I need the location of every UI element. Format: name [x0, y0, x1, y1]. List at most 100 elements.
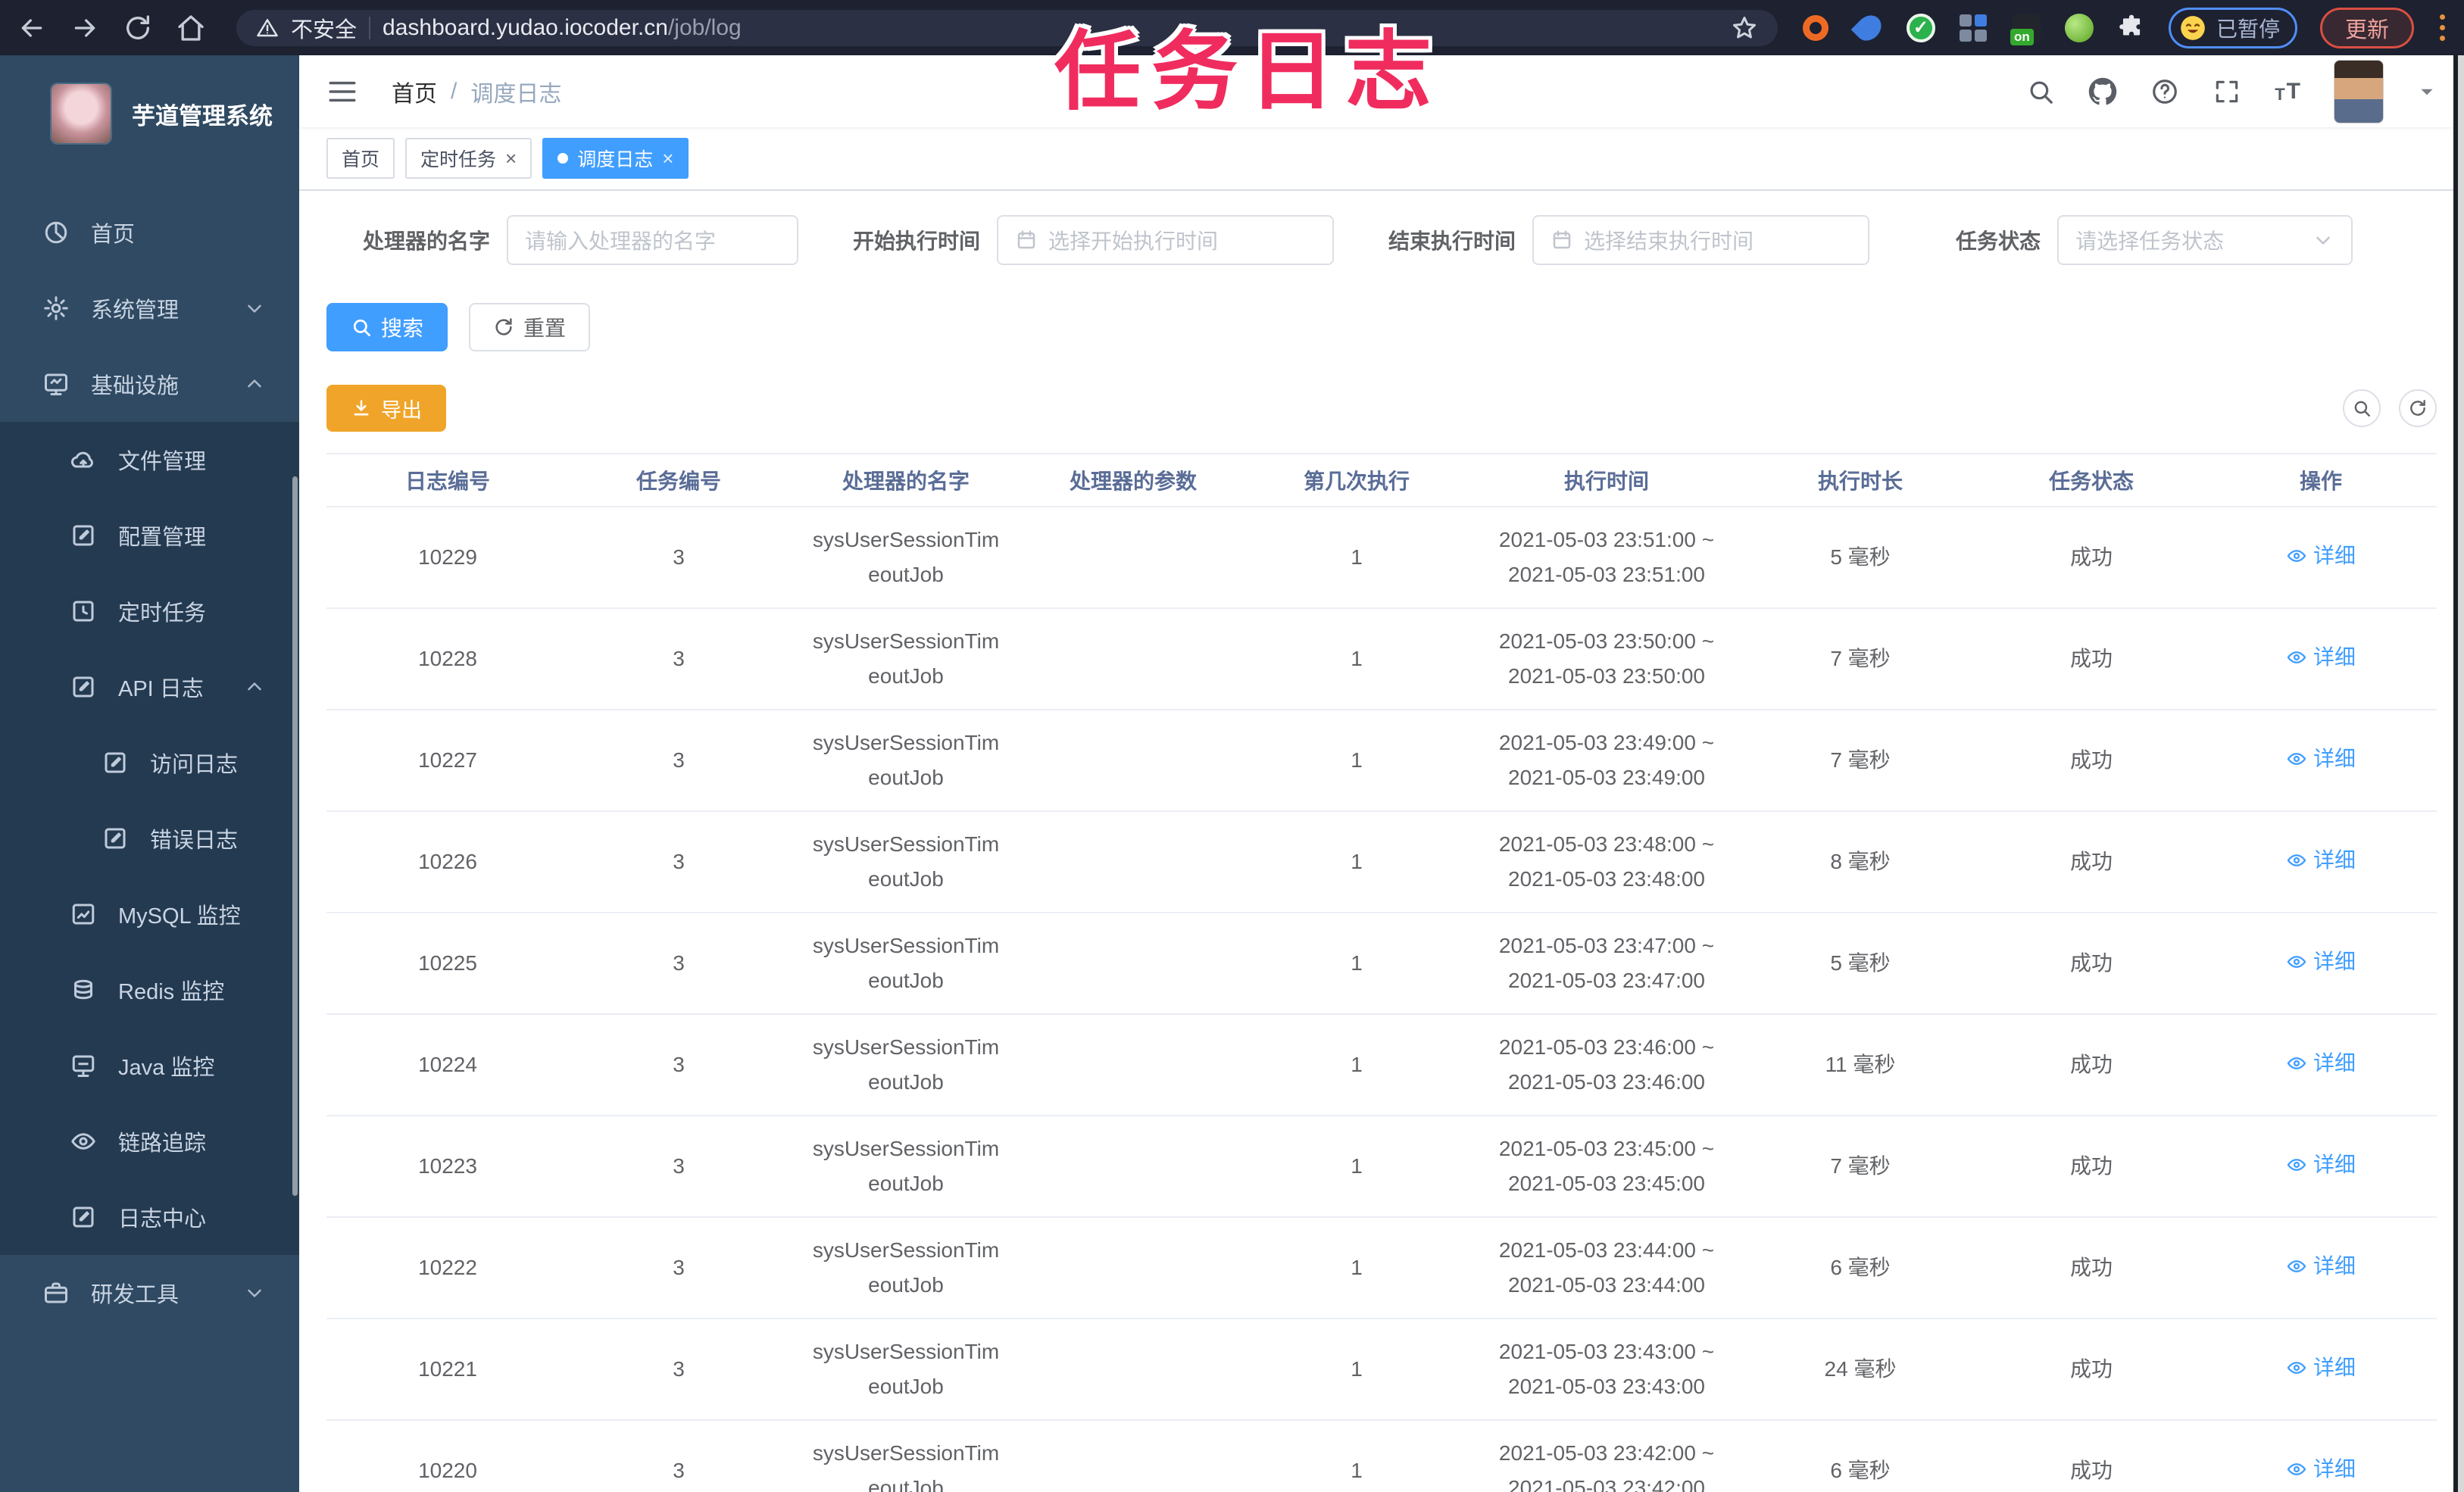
cell-log-id: 10228 [326, 608, 569, 710]
blue-drop-extension-icon[interactable] [1850, 10, 1887, 45]
font-size-icon[interactable]: TT [2275, 79, 2300, 105]
column-header-处理器的参数: 处理器的参数 [1023, 453, 1243, 507]
sidebar-item-API-日志[interactable]: API 日志 [0, 649, 299, 725]
column-header-操作: 操作 [2205, 453, 2437, 507]
avatar[interactable] [2334, 59, 2384, 123]
detail-link[interactable]: 详细 [2286, 538, 2356, 573]
detail-link[interactable]: 详细 [2286, 741, 2356, 776]
detail-link[interactable]: 详细 [2286, 1350, 2356, 1385]
forward-icon[interactable] [70, 13, 100, 43]
cell-action: 详细 [2205, 1420, 2437, 1492]
github-icon[interactable] [2088, 77, 2117, 106]
tags-bar: 首页 定时任务 × 调度日志 × [299, 127, 2464, 191]
chevron-down-icon [243, 1281, 266, 1304]
sidebar-item-错误日志[interactable]: 错误日志 [0, 801, 299, 876]
window-scrollbar-gutter[interactable] [2453, 55, 2464, 1492]
fullscreen-icon[interactable] [2213, 77, 2241, 106]
reload-icon[interactable] [123, 13, 153, 43]
filter-select-任务状态[interactable]: 请选择任务状态 [2057, 215, 2353, 265]
search-button[interactable]: 搜索 [326, 303, 448, 351]
topbar: 首页 / 调度日志 TT [299, 55, 2464, 127]
cell-handler: sysUserSessionTim eoutJob [789, 1319, 1023, 1421]
calendar-icon [1015, 229, 1038, 251]
caret-down-icon[interactable] [2417, 82, 2437, 101]
sidebar-item-label: 基础设施 [91, 374, 180, 398]
sidebar-item-Java-监控[interactable]: Java 监控 [0, 1028, 299, 1103]
cell-handler: sysUserSessionTim eoutJob [789, 811, 1023, 913]
tab-首页[interactable]: 首页 [326, 138, 395, 179]
detail-link[interactable]: 详细 [2286, 1452, 2356, 1487]
update-button[interactable]: 更新 [2319, 7, 2414, 48]
home-icon[interactable] [176, 13, 206, 43]
detail-link[interactable]: 详细 [2286, 1147, 2356, 1182]
refresh-table-button[interactable] [2399, 389, 2437, 427]
sidebar-item-链路追踪[interactable]: 链路追踪 [0, 1103, 299, 1179]
detail-link[interactable]: 详细 [2286, 944, 2356, 979]
on-badge-extension-icon[interactable]: on [2010, 13, 2041, 45]
cell-time: 2021-05-03 23:50:00 ~2021-05-03 23:50:00 [1470, 608, 1743, 710]
sidebar-item-文件管理[interactable]: 文件管理 [0, 422, 299, 498]
toggle-search-button[interactable] [2343, 389, 2381, 427]
tab-close-icon[interactable]: × [505, 148, 517, 168]
sidebar-scrollbar[interactable] [292, 476, 298, 1196]
reset-button[interactable]: 重置 [469, 303, 591, 351]
tab-close-icon[interactable]: × [662, 148, 673, 168]
content: 处理器的名字 请输入处理器的名字 开始执行时间 选择开始执行时间 结束执行时间 选择结束执… [299, 191, 2464, 1492]
sidebar-item-基础设施[interactable]: 基础设施 [0, 346, 299, 422]
sidebar-item-研发工具[interactable]: 研发工具 [0, 1255, 299, 1331]
chevron-up-icon [243, 373, 266, 395]
filter-text-处理器的名字[interactable]: 请输入处理器的名字 [507, 215, 799, 265]
browser-menu-icon[interactable] [2437, 13, 2447, 43]
sidebar-item-Redis-监控[interactable]: Redis 监控 [0, 952, 299, 1028]
column-header-任务状态: 任务状态 [1978, 453, 2205, 507]
security-label[interactable]: 不安全 [291, 12, 357, 44]
cell-handler: sysUserSessionTim eoutJob [789, 1014, 1023, 1116]
cell-count: 1 [1243, 811, 1470, 913]
cell-task-id: 3 [569, 710, 789, 812]
sidebar-item-访问日志[interactable]: 访问日志 [0, 725, 299, 801]
breadcrumb-home[interactable]: 首页 [392, 75, 437, 108]
sidebar-item-配置管理[interactable]: 配置管理 [0, 498, 299, 573]
bookmark-star-icon[interactable] [1731, 14, 1758, 42]
detail-link[interactable]: 详细 [2286, 1046, 2356, 1081]
cell-handler: sysUserSessionTim eoutJob [789, 1217, 1023, 1319]
green-swirl-extension-icon[interactable] [2064, 13, 2094, 43]
detail-link[interactable]: 详细 [2286, 640, 2356, 675]
export-button[interactable]: 导出 [326, 385, 446, 432]
filter-date-结束执行时间[interactable]: 选择结束执行时间 [1532, 215, 1870, 265]
cell-status: 成功 [1978, 1420, 2205, 1492]
tab-定时任务[interactable]: 定时任务 × [405, 138, 532, 179]
sidebar-item-首页[interactable]: 首页 [0, 195, 299, 270]
cell-count: 1 [1243, 1420, 1470, 1492]
search-icon[interactable] [2026, 77, 2055, 106]
green-check-extension-icon[interactable]: ✓ [1906, 13, 1935, 42]
filter-form: 处理器的名字 请输入处理器的名字 开始执行时间 选择开始执行时间 结束执行时间 选择结束执… [326, 215, 2437, 265]
orange-ring-extension-icon[interactable] [1800, 13, 1831, 43]
paused-badge[interactable]: 已暂停 [2168, 7, 2297, 48]
hamburger-icon[interactable] [326, 76, 358, 108]
sidebar-item-系统管理[interactable]: 系统管理 [0, 270, 299, 346]
grid-extension-icon[interactable] [1958, 13, 1988, 43]
question-icon[interactable] [2150, 77, 2179, 106]
column-header-任务编号: 任务编号 [569, 453, 789, 507]
brand: 芋道管理系统 [0, 55, 299, 167]
detail-link[interactable]: 详细 [2286, 843, 2356, 878]
detail-link[interactable]: 详细 [2286, 1249, 2356, 1284]
back-icon[interactable] [17, 13, 47, 43]
cell-param [1023, 507, 1243, 609]
cell-count: 1 [1243, 913, 1470, 1015]
table-row: 10228 3 sysUserSessionTim eoutJob 1 2021-05-0… [326, 608, 2437, 710]
tab-调度日志[interactable]: 调度日志 × [542, 138, 689, 179]
sidebar-item-日志中心[interactable]: 日志中心 [0, 1179, 299, 1255]
cell-count: 1 [1243, 608, 1470, 710]
filter-date-开始执行时间[interactable]: 选择开始执行时间 [997, 215, 1335, 265]
cell-task-id: 3 [569, 811, 789, 913]
address-bar[interactable]: 不安全 dashboard.yudao.iocoder.cn/job/log [236, 9, 1778, 46]
sidebar-item-MySQL-监控[interactable]: MySQL 监控 [0, 876, 299, 952]
table-header-row: 日志编号 任务编号 处理器的名字 处理器的参数 第几次执行 执行时间 执行时长 任务状态 操作 [326, 453, 2437, 507]
table-row: 10222 3 sysUserSessionTim eoutJob 1 2021-05-0… [326, 1217, 2437, 1319]
puzzle-extension-icon[interactable] [2117, 14, 2146, 42]
sidebar-item-定时任务[interactable]: 定时任务 [0, 573, 299, 649]
cell-count: 1 [1243, 710, 1470, 812]
tab-label: 定时任务 [420, 149, 497, 170]
